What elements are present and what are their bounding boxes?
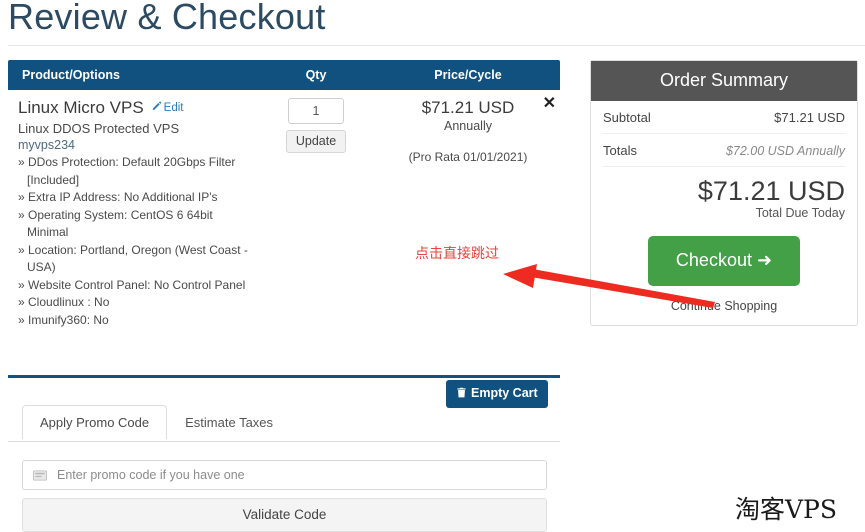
product-description: Linux DDOS Protected VPS [18, 121, 180, 136]
product-option: » Extra IP Address: No Additional IP's [18, 190, 218, 204]
tab-bar: Apply Promo Code Estimate Taxes [22, 405, 291, 439]
product-option: » Location: Portland, Oregon (West Coast… [18, 242, 248, 275]
product-domain: myvps234 [18, 138, 75, 152]
tab-apply-promo-code[interactable]: Apply Promo Code [22, 405, 168, 439]
title-divider [8, 45, 865, 46]
total-due-block: $71.21 USD Total Due Today [603, 167, 845, 224]
item-prorata-note: (Pro Rata 01/01/2021) [408, 150, 528, 164]
tab-estimate-taxes[interactable]: Estimate Taxes [167, 405, 291, 439]
pencil-icon [151, 101, 162, 115]
item-billing-cycle: Annually [444, 119, 492, 133]
product-option: » Cloudlinux : No [18, 295, 110, 309]
order-summary-panel: Order Summary Subtotal $71.21 USD Totals… [590, 60, 858, 327]
price-cell: $71.21 USD Annually (Pro Rata 01/01/2021… [376, 98, 560, 329]
summary-value: $71.21 USD [774, 110, 845, 125]
continue-shopping-link[interactable]: Continue Shopping [603, 292, 845, 325]
product-cell: Linux Micro VPS Edit Linux DDOS Protected… [8, 98, 256, 329]
total-due-amount: $71.21 USD [697, 176, 845, 206]
cart-bottom-divider [8, 375, 560, 378]
product-option: » Imunify360: No [18, 312, 109, 327]
checkout-button-wrap: Checkout ➜ [603, 224, 845, 292]
order-summary-body: Subtotal $71.21 USD Totals $72.00 USD An… [591, 101, 857, 325]
page-title: Review & Checkout [8, 0, 326, 37]
annotation-text: 点击直接跳过 [415, 245, 499, 261]
edit-label: Edit [163, 102, 184, 114]
summary-label: Subtotal [603, 110, 651, 125]
qty-cell: Update [256, 98, 376, 329]
column-header-product: Product/Options [22, 68, 120, 82]
column-header-qty: Qty [305, 68, 327, 82]
promo-panel: Validate Code [22, 460, 547, 532]
product-options-list: » DDos Protection: Default 20Gbps Filter… [18, 154, 256, 329]
item-price: $71.21 USD [421, 98, 515, 117]
trash-icon [456, 387, 467, 401]
column-header-price: Price/Cycle [434, 68, 502, 82]
promo-input-row [22, 460, 547, 490]
quantity-input[interactable] [288, 98, 344, 124]
product-option: » Website Control Panel: No Control Pane… [18, 277, 246, 292]
empty-cart-label: Empty Cart [471, 386, 538, 400]
cart-table-header: Product/Options Qty Price/Cycle [8, 60, 560, 90]
order-summary-title: Order Summary [591, 61, 857, 101]
watermark: 淘客VPS [735, 495, 838, 524]
product-option: » Operating System: CentOS 6 64bit Minim… [18, 207, 213, 240]
cart-table: Product/Options Qty Price/Cycle Linux Mi… [8, 60, 560, 329]
product-name: Linux Micro VPS [18, 98, 144, 117]
summary-row-totals: Totals $72.00 USD Annually [603, 134, 845, 167]
summary-value: $72.00 USD Annually [725, 144, 845, 158]
summary-label: Totals [603, 143, 637, 158]
validate-code-button[interactable]: Validate Code [22, 498, 547, 532]
tab-underline [8, 441, 560, 442]
edit-product-link[interactable]: Edit [151, 101, 184, 115]
total-due-label: Total Due Today [755, 206, 845, 221]
cart-row: Linux Micro VPS Edit Linux DDOS Protected… [8, 90, 560, 329]
summary-row-subtotal: Subtotal $71.21 USD [603, 101, 845, 134]
update-button[interactable]: Update [285, 130, 347, 153]
ticket-icon [33, 469, 47, 481]
checkout-button[interactable]: Checkout ➜ [647, 236, 801, 287]
empty-cart-button[interactable]: Empty Cart [446, 380, 548, 408]
product-option: » DDos Protection: Default 20Gbps Filter… [18, 155, 236, 187]
remove-item-button[interactable]: ✕ [543, 96, 556, 112]
promo-code-input[interactable] [55, 467, 546, 483]
